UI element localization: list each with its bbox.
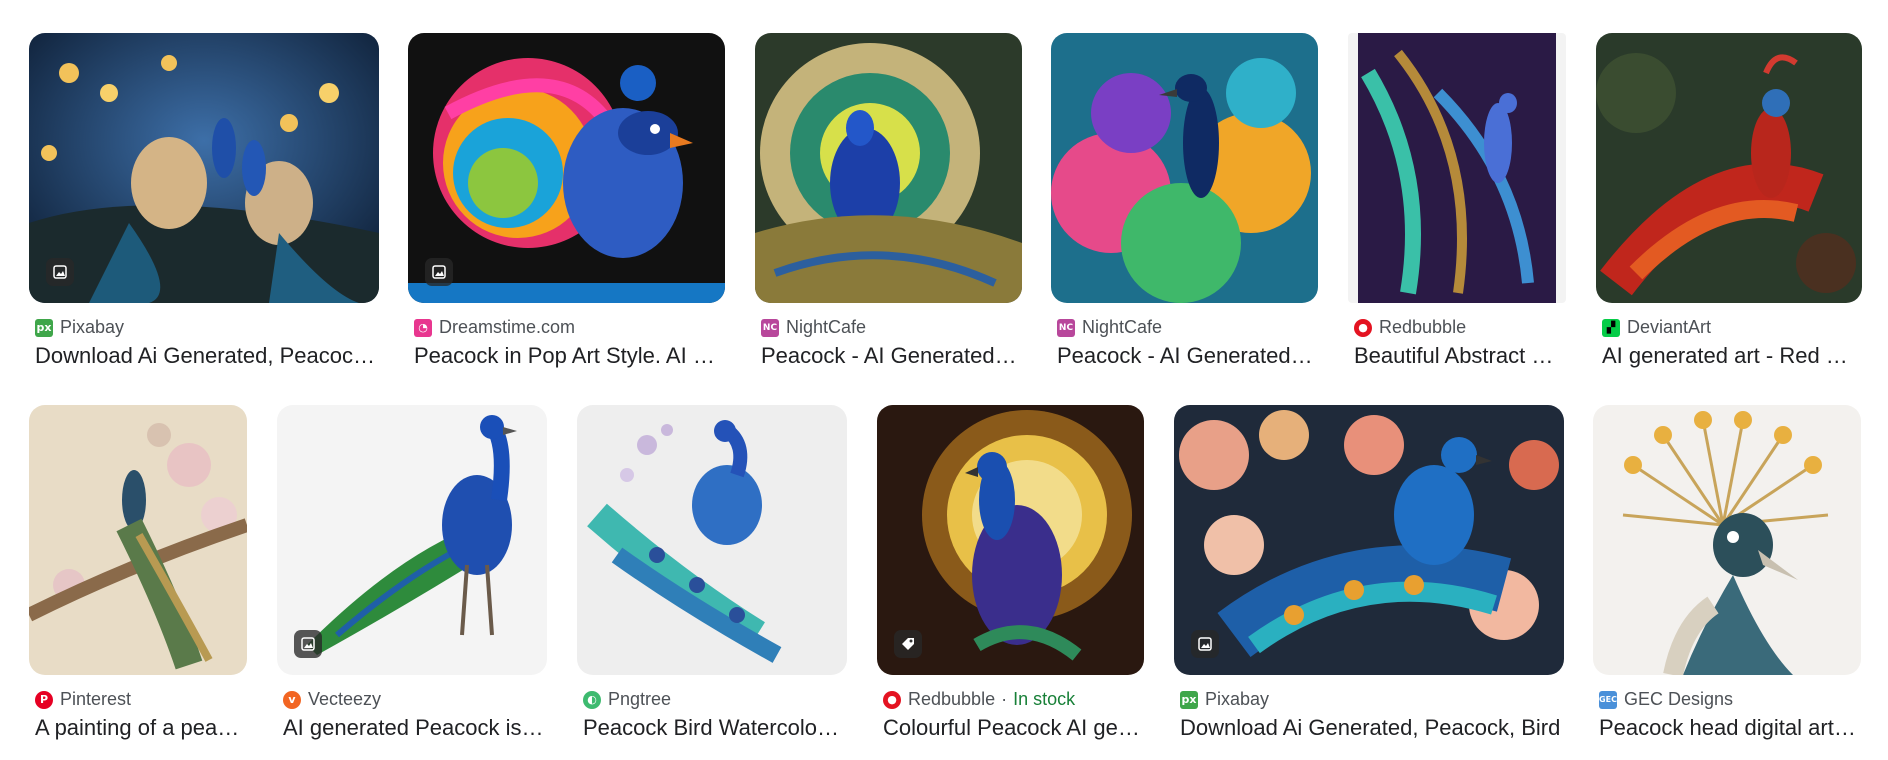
source-name: NightCafe xyxy=(786,317,867,337)
result-source: ▞ DeviantArt xyxy=(1602,317,1711,338)
source-name: DeviantArt xyxy=(1627,317,1712,337)
result-title[interactable]: Colourful Peacock AI generated xyxy=(883,715,1143,741)
in-stock-label: In stock xyxy=(1013,689,1076,709)
result-source: ● Redbubble xyxy=(1354,317,1466,338)
peacock-image xyxy=(1174,405,1564,675)
redbubble-favicon-icon: ● xyxy=(883,690,901,709)
result-title[interactable]: Peacock Bird Watercolor Illustration xyxy=(583,715,845,741)
result-thumbnail[interactable] xyxy=(277,405,547,675)
peacock-image xyxy=(29,405,247,675)
result-source: P Pinterest xyxy=(35,689,131,710)
result-thumbnail[interactable] xyxy=(1051,33,1318,303)
separator: · xyxy=(1001,689,1008,709)
source-name: Dreamstime.com xyxy=(439,317,576,337)
source-name: NightCafe xyxy=(1082,317,1163,337)
nightcafe-favicon-icon: NC xyxy=(761,318,779,337)
tag-icon xyxy=(894,630,922,658)
result-thumbnail[interactable] xyxy=(1593,405,1861,675)
result-thumbnail[interactable] xyxy=(1174,405,1564,675)
result-title[interactable]: Peacock in Pop Art Style. AI Generated xyxy=(414,343,719,369)
result-title[interactable]: AI generated art - Red Peacock xyxy=(1602,343,1862,369)
image-icon xyxy=(294,630,322,658)
dreamstime-favicon-icon: ◔ xyxy=(414,318,432,337)
result-source: ◐ Pngtree xyxy=(583,689,671,710)
peacock-image xyxy=(1348,33,1566,303)
result-title[interactable]: Beautiful Abstract Peacock xyxy=(1354,343,1566,369)
result-title[interactable]: AI generated Peacock isolated xyxy=(283,715,545,741)
result-thumbnail[interactable] xyxy=(877,405,1144,675)
result-thumbnail[interactable] xyxy=(29,405,247,675)
source-name: Redbubble xyxy=(908,689,996,709)
image-icon xyxy=(1191,630,1219,658)
result-thumbnail[interactable] xyxy=(29,33,379,303)
source-name: Pixabay xyxy=(60,317,125,337)
image-icon xyxy=(425,258,453,286)
result-title[interactable]: Peacock - AI Generated Artwork xyxy=(761,343,1021,369)
redbubble-favicon-icon: ● xyxy=(1354,318,1372,337)
result-source: NC NightCafe xyxy=(1057,317,1162,338)
result-source: GEC GEC Designs xyxy=(1599,689,1733,710)
peacock-image xyxy=(1593,405,1861,675)
result-thumbnail[interactable] xyxy=(755,33,1022,303)
vecteezy-favicon-icon: v xyxy=(283,690,301,709)
pngtree-favicon-icon: ◐ xyxy=(583,690,601,709)
peacock-image xyxy=(408,33,725,303)
result-source: v Vecteezy xyxy=(283,689,381,710)
result-source: px Pixabay xyxy=(1180,689,1269,710)
nightcafe-favicon-icon: NC xyxy=(1057,318,1075,337)
result-source: ● Redbubble · In stock xyxy=(883,689,1075,710)
result-thumbnail[interactable] xyxy=(1596,33,1862,303)
result-title[interactable]: A painting of a peacock xyxy=(35,715,247,741)
pixabay-favicon-icon: px xyxy=(35,318,53,337)
result-title[interactable]: Download Ai Generated, Peacock, Bird xyxy=(1180,715,1562,741)
peacock-image xyxy=(577,405,847,675)
result-source: NC NightCafe xyxy=(761,317,866,338)
source-name: GEC Designs xyxy=(1624,689,1734,709)
peacock-image xyxy=(1596,33,1862,303)
peacock-image xyxy=(755,33,1022,303)
source-name: Pinterest xyxy=(60,689,132,709)
result-thumbnail[interactable] xyxy=(408,33,725,303)
pixabay-favicon-icon: px xyxy=(1180,690,1198,709)
result-thumbnail[interactable] xyxy=(577,405,847,675)
result-title[interactable]: Download Ai Generated, Peacock, Bird xyxy=(35,343,375,369)
pinterest-favicon-icon: P xyxy=(35,690,53,709)
peacock-image xyxy=(29,33,379,303)
source-name: Pixabay xyxy=(1205,689,1270,709)
gec-designs-favicon-icon: GEC xyxy=(1599,690,1617,709)
source-name: Vecteezy xyxy=(308,689,382,709)
source-name: Pngtree xyxy=(608,689,672,709)
result-thumbnail[interactable] xyxy=(1348,33,1566,303)
deviantart-favicon-icon: ▞ xyxy=(1602,318,1620,337)
source-name: Redbubble xyxy=(1379,317,1467,337)
peacock-image xyxy=(1051,33,1318,303)
result-source: ◔ Dreamstime.com xyxy=(414,317,575,338)
result-title[interactable]: Peacock - AI Generated Artwork xyxy=(1057,343,1317,369)
result-source: px Pixabay xyxy=(35,317,124,338)
image-icon xyxy=(46,258,74,286)
result-title[interactable]: Peacock head digital artwork xyxy=(1599,715,1861,741)
